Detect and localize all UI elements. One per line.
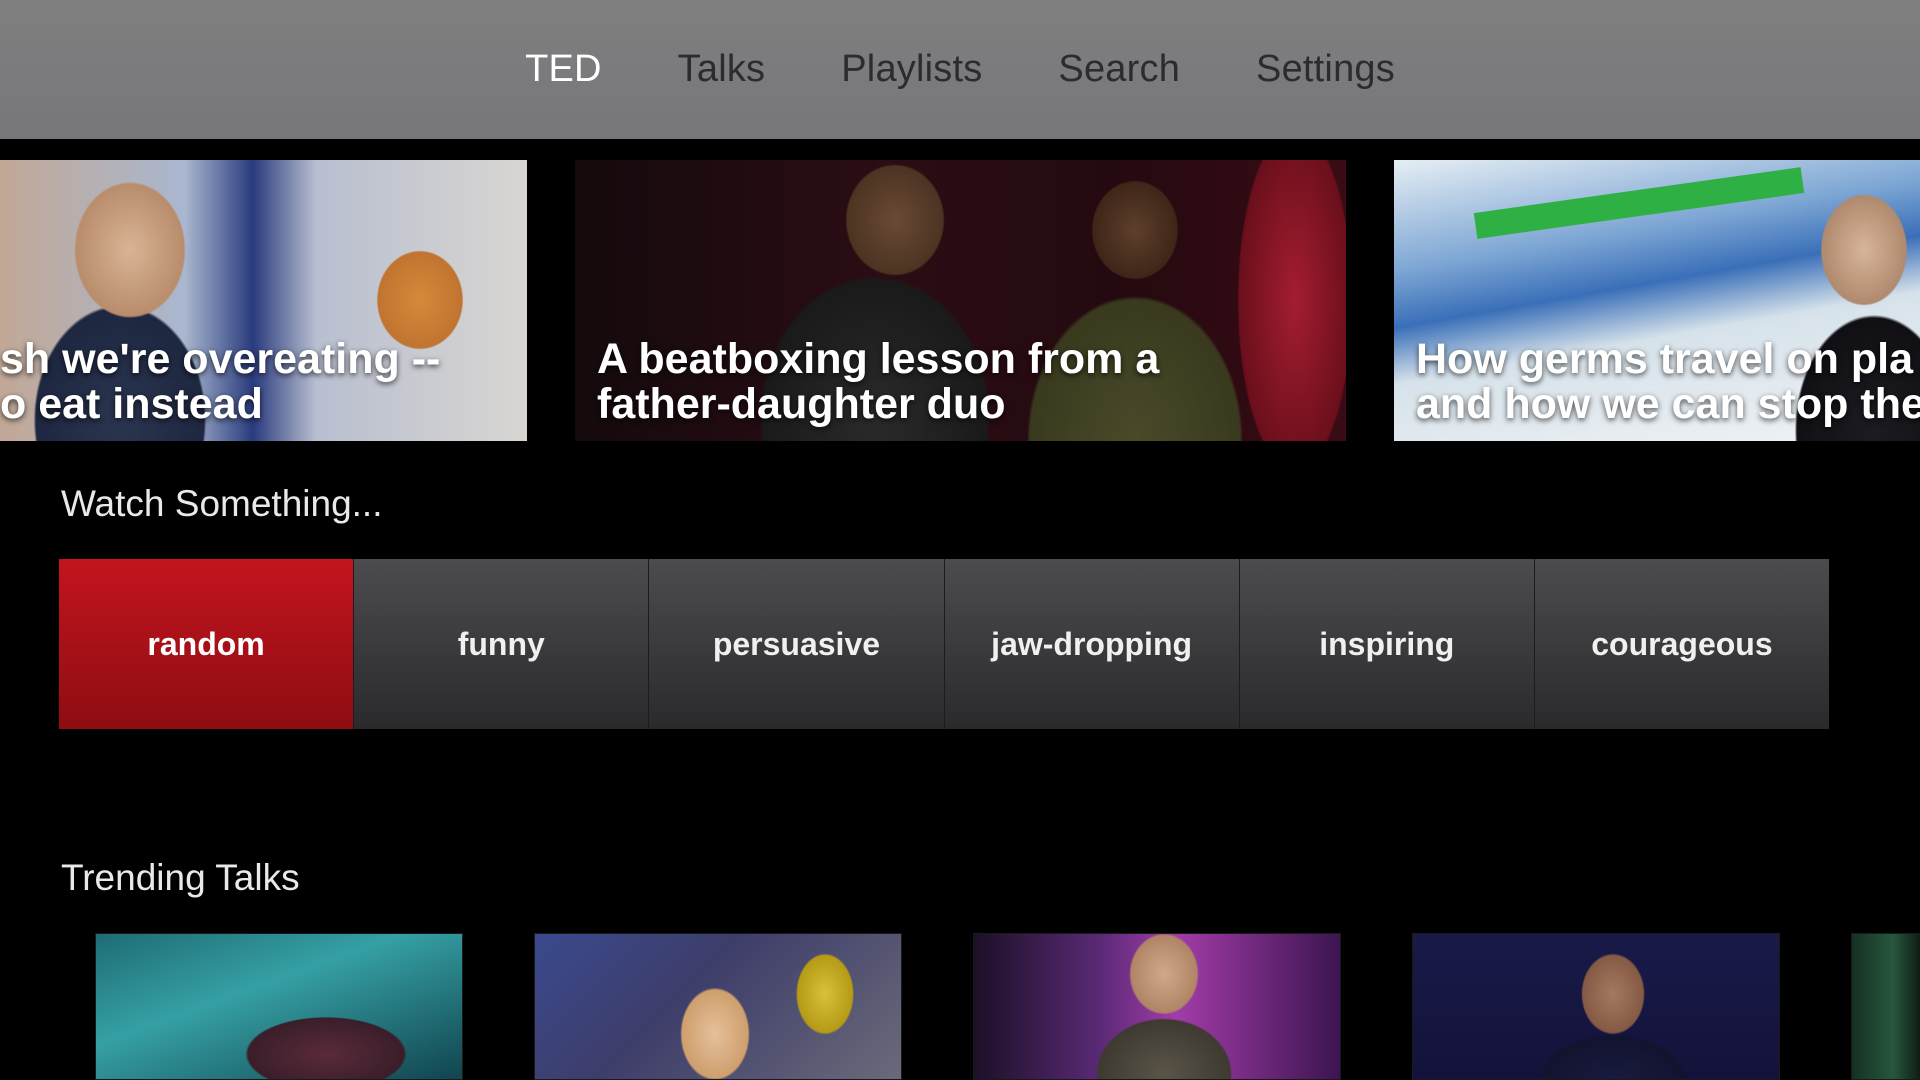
tab-settings[interactable]: Settings	[1218, 48, 1433, 91]
featured-talk-title-line: father-daughter duo	[597, 380, 1006, 428]
featured-talk-card[interactable]: sh we're overeating -- o eat instead	[0, 160, 527, 441]
tab-search[interactable]: Search	[1020, 48, 1218, 91]
top-tab-bar: TED Talks Playlists Search Settings	[0, 0, 1920, 139]
category-button-random[interactable]: random	[59, 559, 354, 729]
featured-talk-title: How germs travel on pla and how we can s…	[1416, 337, 1920, 427]
featured-talk-title-line: o eat instead	[0, 380, 263, 428]
trending-talk-thumbnail[interactable]	[1412, 933, 1780, 1080]
watch-something-heading: Watch Something...	[61, 483, 383, 524]
tab-list: TED Talks Playlists Search Settings	[0, 0, 1920, 139]
featured-talk-title-line: and how we can stop the	[1416, 380, 1920, 428]
trending-talk-thumbnail[interactable]	[95, 933, 463, 1080]
featured-talk-title-line: How germs travel on pla	[1416, 335, 1914, 383]
category-button-jaw-dropping[interactable]: jaw-dropping	[943, 559, 1239, 729]
featured-talk-card[interactable]: A beatboxing lesson from a father-daught…	[575, 160, 1346, 441]
trending-talk-thumbnail[interactable]	[534, 933, 902, 1080]
featured-talk-title-line: sh we're overeating --	[0, 335, 441, 383]
featured-talk-title: A beatboxing lesson from a father-daught…	[597, 337, 1336, 427]
tab-ted[interactable]: TED	[487, 48, 640, 91]
featured-talk-title-line: A beatboxing lesson from a	[597, 335, 1160, 383]
category-button-persuasive[interactable]: persuasive	[648, 559, 944, 729]
trending-talk-thumbnail[interactable]	[1851, 933, 1920, 1080]
trending-talks-heading: Trending Talks	[61, 857, 300, 898]
trending-talk-thumbnail[interactable]	[973, 933, 1341, 1080]
featured-talk-title: sh we're overeating -- o eat instead	[0, 337, 517, 427]
ted-app: TED Talks Playlists Search Settings sh w…	[0, 0, 1920, 1080]
tab-playlists[interactable]: Playlists	[803, 48, 1020, 91]
category-button-funny[interactable]: funny	[353, 559, 649, 729]
category-button-courageous[interactable]: courageous	[1533, 559, 1830, 729]
category-picker: random funny persuasive jaw-dropping ins…	[59, 559, 1830, 729]
slide-graphic	[1473, 167, 1805, 239]
featured-talk-card[interactable]: How germs travel on pla and how we can s…	[1394, 160, 1920, 441]
tab-talks[interactable]: Talks	[640, 48, 804, 91]
category-button-inspiring[interactable]: inspiring	[1238, 559, 1534, 729]
